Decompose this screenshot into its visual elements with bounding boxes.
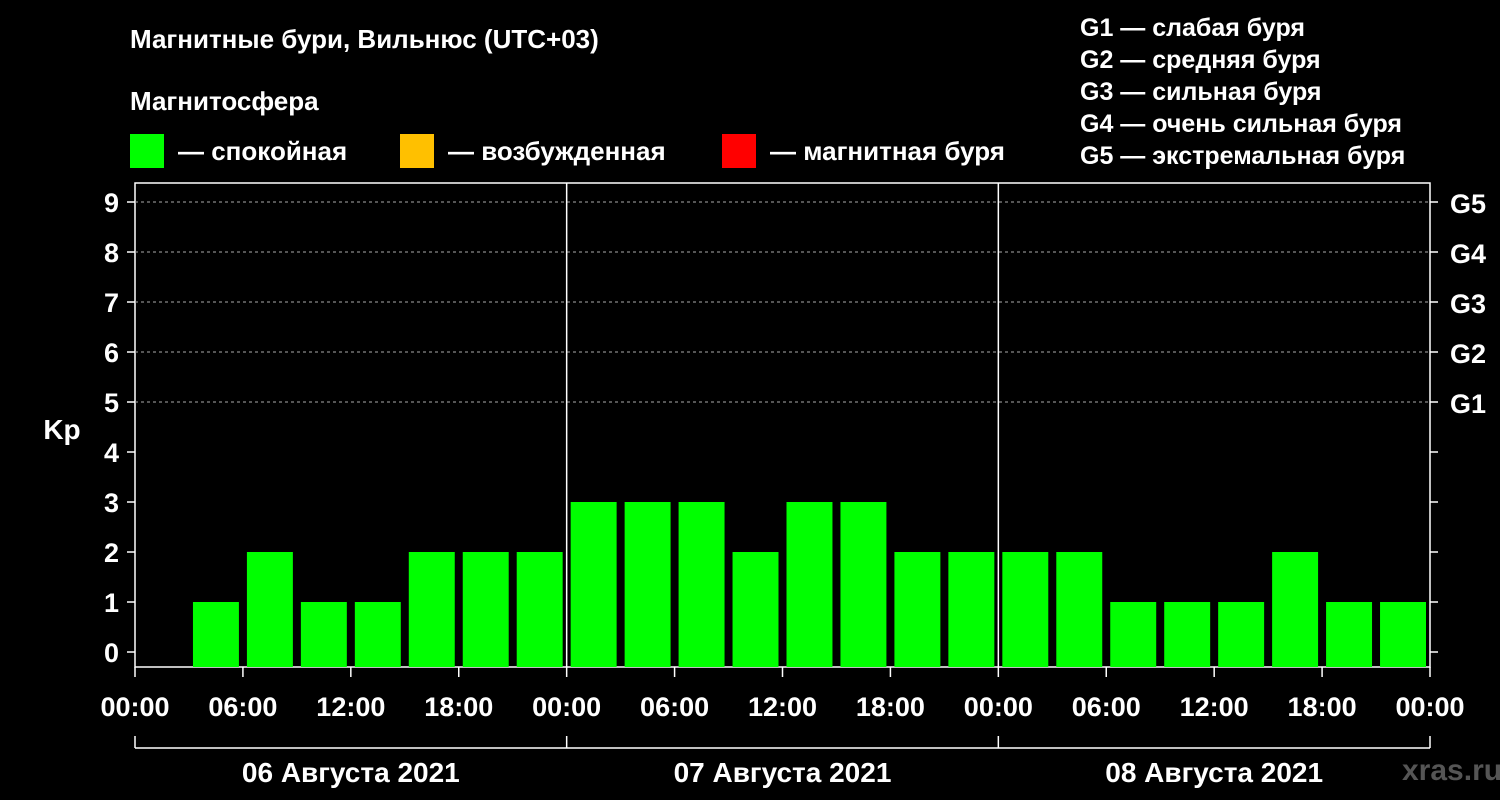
kp-bar xyxy=(678,502,725,667)
kp-bar xyxy=(408,552,455,667)
watermark: xras.ru xyxy=(1402,754,1500,787)
x-tick-label: 12:00 xyxy=(748,692,817,722)
x-tick-label: 18:00 xyxy=(1288,692,1357,722)
g-level-label: G3 xyxy=(1450,289,1486,319)
kp-bar-chart: 0 1 2 3 4 5 6 7 8 9 Kp G1 G2 G3 G4 G5 00:00 06:00 12:00 18:… xyxy=(43,182,1486,788)
y-tick-label: 8 xyxy=(104,238,119,268)
x-tick-label: 18:00 xyxy=(424,692,493,722)
y-tick-label: 3 xyxy=(104,488,119,518)
day-label: 07 Августа 2021 xyxy=(674,757,892,788)
g-level-label: G1 xyxy=(1450,389,1486,419)
plot-frame xyxy=(134,182,1431,668)
y-tick-label: 0 xyxy=(104,638,119,668)
x-tick-label: 06:00 xyxy=(208,692,277,722)
y-tick-label: 2 xyxy=(104,538,119,568)
kp-bar xyxy=(354,602,401,667)
kp-bar xyxy=(948,552,995,667)
kp-bar xyxy=(1218,602,1265,667)
g-level-label: G2 xyxy=(1450,339,1486,369)
kp-bar xyxy=(1272,552,1319,667)
x-tick-label: 00:00 xyxy=(1395,692,1464,722)
kp-bar xyxy=(570,502,617,667)
kp-bar xyxy=(1002,552,1049,667)
kp-bar xyxy=(1326,602,1373,667)
kp-bar xyxy=(516,552,563,667)
x-tick-label: 00:00 xyxy=(100,692,169,722)
kp-bar xyxy=(246,552,293,667)
kp-bar xyxy=(840,502,887,667)
x-tick-label: 00:00 xyxy=(964,692,1033,722)
y-tick-label: 1 xyxy=(104,588,119,618)
x-tick-label: 06:00 xyxy=(640,692,709,722)
y-tick-label: 6 xyxy=(104,338,119,368)
kp-bar xyxy=(462,552,509,667)
kp-bar xyxy=(894,552,941,667)
g-level-label: G5 xyxy=(1450,189,1486,219)
kp-bar xyxy=(1110,602,1157,667)
y-axis-label: Kp xyxy=(43,414,80,445)
y-tick-label: 7 xyxy=(104,288,119,318)
y-tick-label: 9 xyxy=(104,188,119,218)
kp-bar xyxy=(300,602,347,667)
x-tick-label: 12:00 xyxy=(1180,692,1249,722)
x-tick-label: 06:00 xyxy=(1072,692,1141,722)
g-level-label: G4 xyxy=(1450,239,1486,269)
y-tick-label: 4 xyxy=(104,438,119,468)
x-tick-label: 00:00 xyxy=(532,692,601,722)
kp-bar xyxy=(1056,552,1103,667)
kp-bar xyxy=(624,502,671,667)
x-tick-label: 18:00 xyxy=(856,692,925,722)
kp-bar xyxy=(1380,602,1426,667)
kp-bar xyxy=(192,602,239,667)
y-tick-label: 5 xyxy=(104,388,119,418)
x-tick-label: 12:00 xyxy=(316,692,385,722)
day-label: 06 Августа 2021 xyxy=(242,757,460,788)
kp-bar xyxy=(1164,602,1211,667)
day-label: 08 Августа 2021 xyxy=(1105,757,1323,788)
kp-bar xyxy=(786,502,833,667)
kp-bar xyxy=(732,552,779,667)
